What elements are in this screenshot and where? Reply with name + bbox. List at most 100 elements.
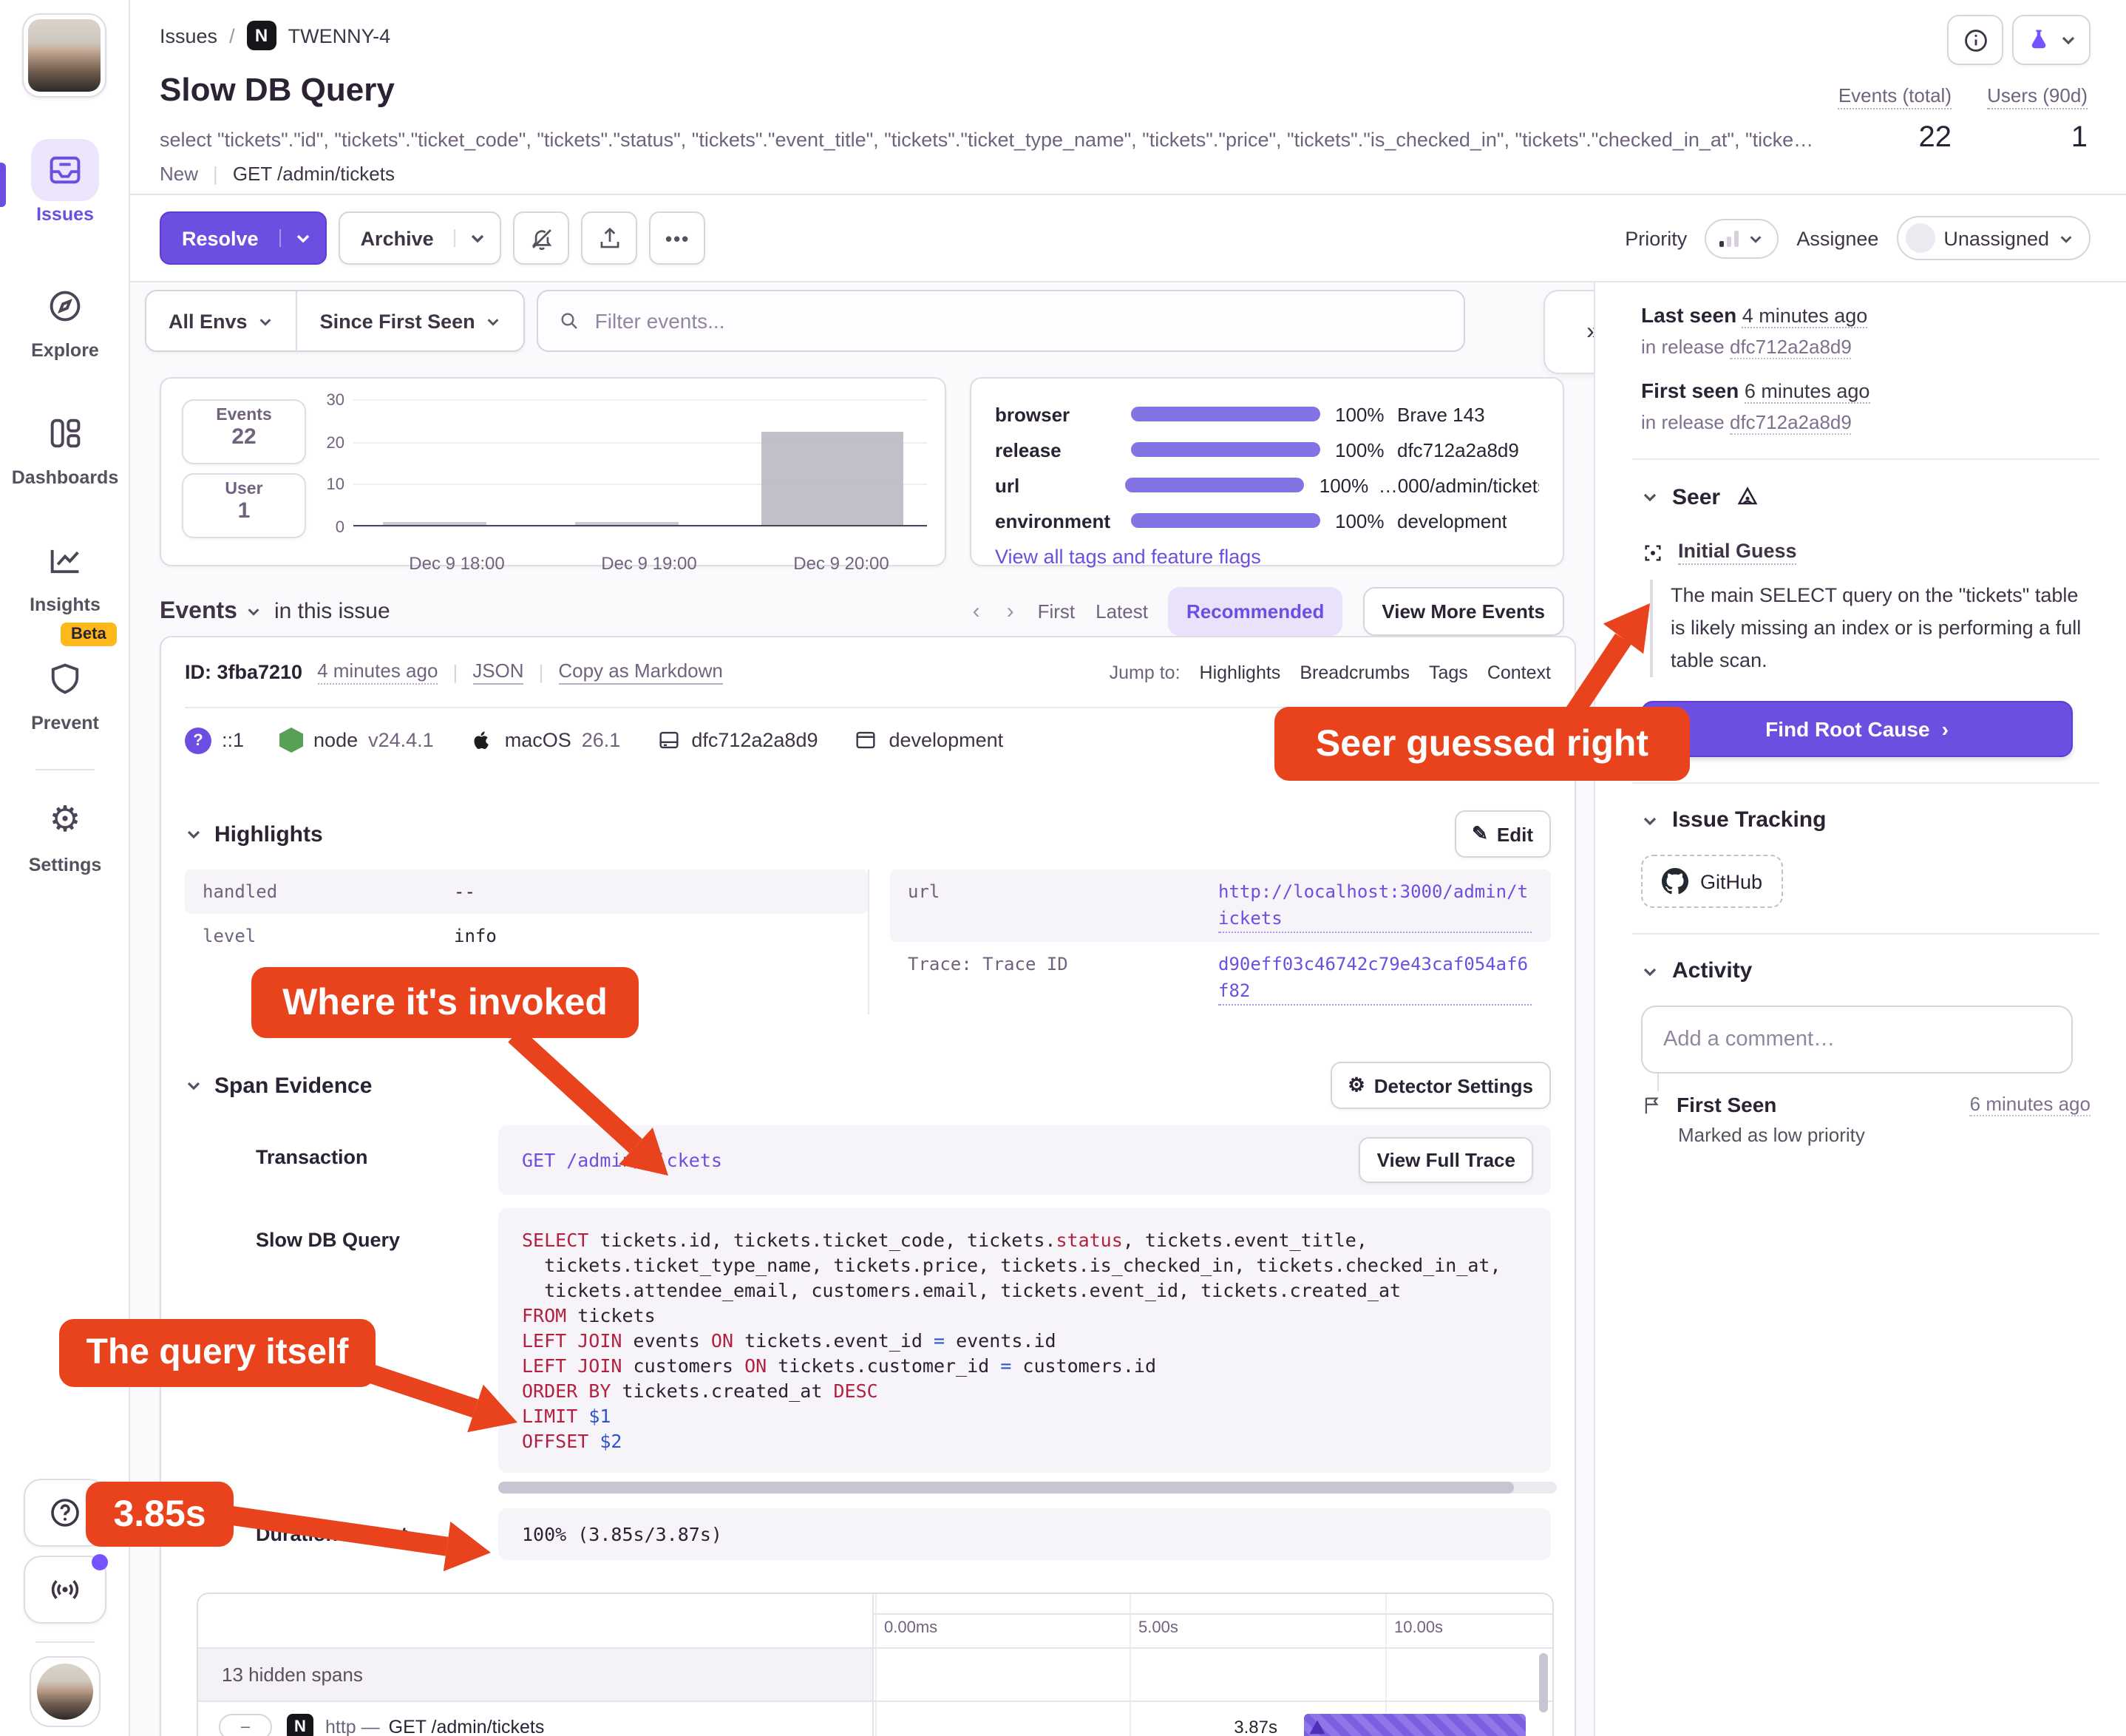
highlights-title[interactable]: Highlights: [214, 821, 323, 847]
first-seen-release-link[interactable]: dfc712a2a8d9: [1730, 411, 1852, 435]
resolve-button[interactable]: Resolve: [161, 227, 279, 249]
events-graph-card: Events22 User1 30 20 10 0 Dec 9 18:00 De…: [160, 377, 946, 566]
stat-users-label[interactable]: Users (90d): [1987, 84, 2088, 109]
tag-bar: [1131, 513, 1320, 528]
upload-icon: [596, 224, 624, 252]
user-avatar[interactable]: [30, 1656, 101, 1727]
stat-users-value: 1: [1987, 121, 2088, 155]
chip-device[interactable]: dfc712a2a8d9: [656, 728, 818, 753]
search-input[interactable]: Filter events...: [537, 290, 1466, 352]
chip-user-ip[interactable]: ?::1: [185, 727, 244, 753]
find-root-cause-button[interactable]: Find Root Cause›: [1641, 701, 2073, 757]
jump-highlights[interactable]: Highlights: [1200, 662, 1281, 682]
trace-waterfall: 0.00ms 5.00s 10.00s 13 hidden spans – N …: [197, 1593, 1554, 1736]
jump-tags[interactable]: Tags: [1429, 662, 1468, 682]
last-seen-value[interactable]: 4 minutes ago: [1742, 305, 1868, 328]
stat-events-value: 22: [1838, 121, 1952, 155]
comment-input[interactable]: Add a comment…: [1641, 1006, 2073, 1074]
activity-description: Marked as low priority: [1678, 1124, 2091, 1146]
seer-section-title[interactable]: Seer: [1672, 484, 1720, 509]
tag-row[interactable]: release100%dfc712a2a8d9: [995, 432, 1539, 467]
sidebar-item-prevent[interactable]: Prevent: [0, 648, 130, 733]
sidebar-item-dashboards[interactable]: Dashboards: [0, 402, 130, 488]
archive-dropdown[interactable]: [455, 229, 500, 247]
edit-highlights-button[interactable]: ✎Edit: [1454, 810, 1551, 858]
assignee-select[interactable]: Unassigned: [1896, 216, 2091, 260]
trace-id-link[interactable]: d90eff03c46742c79e43caf054af6f82: [1218, 951, 1532, 1006]
resolve-dropdown[interactable]: [279, 229, 325, 247]
sidebar-item-insights[interactable]: Insights: [0, 529, 130, 615]
copy-markdown-link[interactable]: Copy as Markdown: [558, 660, 723, 685]
event-id: ID: 3fba7210: [185, 661, 302, 683]
explore-icon: [46, 287, 84, 325]
issue-sidebar: Last seen 4 minutes ago in release dfc71…: [1594, 282, 2126, 1736]
nextjs-badge: N: [287, 1714, 313, 1736]
first-seen-label: First seen: [1641, 379, 1739, 402]
more-actions-button[interactable]: •••: [650, 211, 706, 265]
view-full-trace-button[interactable]: View Full Trace: [1359, 1137, 1533, 1183]
sql-horizontal-scrollbar[interactable]: [498, 1482, 1557, 1493]
trace-vertical-scrollbar[interactable]: [1539, 1653, 1548, 1712]
chip-os-macos[interactable]: macOS26.1: [469, 728, 621, 753]
tag-row[interactable]: url100%…000/admin/tickets: [995, 467, 1539, 503]
jump-breadcrumbs[interactable]: Breadcrumbs: [1300, 662, 1410, 682]
next-event-button[interactable]: ›: [1004, 599, 1017, 624]
transaction-link[interactable]: GET /admin/tickets: [522, 1149, 722, 1171]
activity-time-link[interactable]: 6 minutes ago: [1970, 1093, 2091, 1116]
prev-event-button[interactable]: ‹: [970, 599, 983, 624]
sidebar-item-explore[interactable]: Explore: [0, 275, 130, 361]
sql-query-box[interactable]: SELECT tickets.id, tickets.ticket_code, …: [498, 1208, 1551, 1473]
org-avatar[interactable]: [22, 13, 106, 98]
breadcrumb-project[interactable]: TWENNY-4: [288, 24, 391, 47]
archive-button-group: Archive: [339, 211, 502, 265]
chip-runtime-node[interactable]: nodev24.4.1: [279, 728, 434, 753]
view-more-events-button[interactable]: View More Events: [1362, 587, 1564, 636]
trace-span-row[interactable]: – N http — GET /admin/tickets 3.87s: [198, 1702, 1552, 1736]
last-seen-release-link[interactable]: dfc712a2a8d9: [1730, 336, 1852, 359]
sidebar-item-issues[interactable]: Issues: [0, 139, 130, 225]
issue-tracking-title[interactable]: Issue Tracking: [1672, 807, 1826, 833]
activity-title[interactable]: Activity: [1672, 958, 1752, 983]
span-duration-bar[interactable]: [1304, 1714, 1526, 1736]
tag-row[interactable]: environment100%development: [995, 503, 1539, 538]
tag-row[interactable]: browser100%Brave 143: [995, 396, 1539, 432]
json-link[interactable]: JSON: [472, 660, 523, 685]
gear-icon: ⚙: [1348, 1074, 1365, 1097]
whats-new-button[interactable]: [24, 1556, 106, 1624]
priority-select[interactable]: [1705, 218, 1779, 258]
first-seen-value[interactable]: 6 minutes ago: [1745, 380, 1870, 404]
span-evidence-title[interactable]: Span Evidence: [214, 1073, 372, 1098]
hidden-spans-row[interactable]: 13 hidden spans: [198, 1649, 872, 1701]
events-count-card[interactable]: Events22: [182, 399, 306, 464]
events-section-title[interactable]: Events: [160, 598, 262, 625]
sidebar-item-settings[interactable]: ⚙ Settings: [0, 790, 130, 875]
github-link-button[interactable]: GitHub: [1641, 855, 1783, 908]
breadcrumb: Issues / N TWENNY-4: [160, 21, 390, 50]
span-toggle[interactable]: –: [219, 1714, 272, 1736]
warning-triangle-icon: [1307, 1717, 1328, 1736]
view-all-tags-link[interactable]: View all tags and feature flags: [995, 546, 1539, 568]
event-detail-card: ID: 3fba7210 4 minutes ago | JSON | Copy…: [160, 636, 1576, 1736]
help-icon: [47, 1495, 83, 1530]
events-bar-chart[interactable]: 30 20 10 0 Dec 9 18:00 Dec 9 19:00 Dec 9…: [353, 399, 927, 526]
issue-info-button[interactable]: [1947, 15, 2003, 65]
jump-context[interactable]: Context: [1487, 662, 1551, 682]
experiment-menu-button[interactable]: [2012, 15, 2091, 65]
chip-environment[interactable]: development: [854, 728, 1004, 753]
environment-filter[interactable]: All Envs: [146, 291, 296, 350]
share-button[interactable]: [582, 211, 638, 265]
detector-settings-button[interactable]: ⚙Detector Settings: [1330, 1062, 1551, 1109]
sidebar-collapse-button[interactable]: »: [1543, 290, 1594, 374]
nav-first[interactable]: First: [1038, 600, 1076, 623]
url-link[interactable]: http://localhost:3000/admin/tickets: [1218, 878, 1532, 933]
stat-events-label[interactable]: Events (total): [1838, 84, 1952, 109]
initial-guess-label[interactable]: Initial Guess: [1678, 540, 1797, 565]
event-time-link[interactable]: 4 minutes ago: [317, 660, 438, 685]
user-count-card[interactable]: User1: [182, 473, 306, 538]
nav-recommended[interactable]: Recommended: [1169, 587, 1342, 636]
nav-latest[interactable]: Latest: [1096, 600, 1148, 623]
date-range-filter[interactable]: Since First Seen: [296, 291, 524, 350]
archive-button[interactable]: Archive: [340, 227, 455, 249]
mute-button[interactable]: [514, 211, 570, 265]
breadcrumb-issues[interactable]: Issues: [160, 24, 217, 47]
